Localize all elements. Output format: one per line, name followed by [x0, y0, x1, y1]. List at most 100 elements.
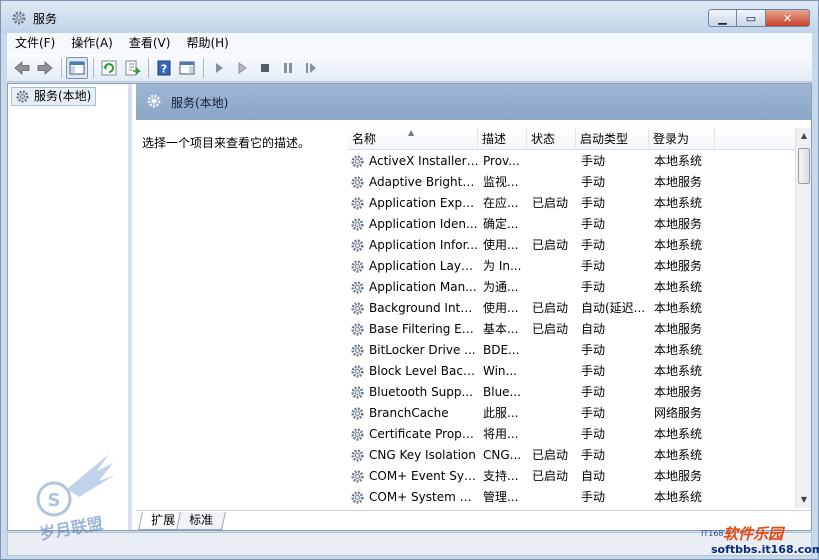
- service-name: Certificate Propa...: [369, 427, 479, 441]
- column-logon-as[interactable]: 登录为: [649, 128, 715, 150]
- table-row[interactable]: Application Man... 为通... 手动 本地系统: [348, 277, 795, 298]
- table-row[interactable]: Block Level Back... Win... 手动 本地系统: [348, 361, 795, 382]
- service-logon-as: 本地服务: [654, 217, 703, 231]
- svg-text:?: ?: [161, 62, 167, 75]
- table-row[interactable]: Certificate Propa... 将用... 手动 本地系统: [348, 424, 795, 445]
- service-desc: 管理...: [483, 490, 519, 504]
- service-status: 已启动: [532, 301, 569, 315]
- column-startup-type[interactable]: 启动类型: [576, 128, 649, 150]
- service-gear-icon: [351, 365, 364, 378]
- service-logon-as: 本地系统: [654, 154, 703, 168]
- close-button[interactable]: ✕: [766, 9, 810, 27]
- refresh-button[interactable]: [98, 57, 120, 79]
- forward-arrow-icon: [37, 60, 53, 75]
- table-row[interactable]: Base Filtering En... 基本... 已启动 自动 本地服务: [348, 319, 795, 340]
- title-bar[interactable]: 服务 ▁ ▭ ✕: [1, 1, 818, 33]
- table-row[interactable]: COM+ System A... 管理... 手动 本地系统: [348, 487, 795, 508]
- table-row[interactable]: Background Inte... 使用... 已启动 自动(延迟... 本地系统: [348, 298, 795, 319]
- pause-icon: [284, 62, 292, 73]
- table-row[interactable]: COM+ Event Sys... 支持... 已启动 自动 本地服务: [348, 466, 795, 487]
- play-outline-icon: [238, 61, 247, 74]
- service-desc: 使用...: [483, 301, 519, 315]
- show-console-tree-button[interactable]: [66, 56, 88, 79]
- service-startup-type: 手动: [581, 238, 606, 252]
- pause-service-button[interactable]: [277, 57, 299, 79]
- forward-button[interactable]: [34, 57, 56, 79]
- table-row[interactable]: BranchCache 此服... 手动 网络服务: [348, 403, 795, 424]
- table-row[interactable]: Adaptive Brightn... 监视... 手动 本地服务: [348, 172, 795, 193]
- column-status[interactable]: 状态: [527, 128, 576, 150]
- menu-file[interactable]: 文件(F): [7, 33, 63, 54]
- help-icon: ?: [157, 60, 171, 75]
- back-button[interactable]: [11, 57, 33, 79]
- show-action-pane-button[interactable]: [176, 57, 198, 79]
- service-status: 已启动: [532, 322, 569, 336]
- export-list-button[interactable]: [121, 57, 143, 79]
- service-name: Base Filtering En...: [369, 322, 479, 336]
- service-desc: 此服...: [483, 406, 519, 420]
- stop-service-button[interactable]: [254, 57, 276, 79]
- details-pane: 服务(本地) 选择一个项目来查看它的描述。 ▲ 名称 描述 状态 启动类型 登录…: [136, 84, 811, 530]
- stop-icon: [261, 63, 269, 72]
- service-startup-type: 手动: [581, 427, 606, 441]
- tree-item-services-local[interactable]: 服务(本地): [11, 87, 97, 106]
- service-startup-type: 手动: [581, 364, 606, 378]
- column-name[interactable]: ▲ 名称: [348, 128, 478, 150]
- service-gear-icon: [351, 470, 364, 483]
- service-gear-icon: [351, 428, 364, 441]
- start-service-alt-button[interactable]: [231, 57, 253, 79]
- menu-help[interactable]: 帮助(H): [178, 33, 236, 54]
- table-row[interactable]: ActiveX Installer ... Prov... 手动 本地系统: [348, 151, 795, 172]
- menu-view[interactable]: 查看(V): [121, 33, 179, 54]
- restart-icon: [306, 62, 316, 73]
- watermark-brand: 软件乐园: [723, 525, 784, 543]
- service-startup-type: 手动: [581, 175, 606, 189]
- column-description[interactable]: 描述: [478, 128, 527, 150]
- service-desc: 支持...: [483, 469, 519, 483]
- table-row[interactable]: Bluetooth Supp... Blue... 手动 本地服务: [348, 382, 795, 403]
- table-row[interactable]: Application Expe... 在应... 已启动 手动 本地系统: [348, 193, 795, 214]
- vertical-scrollbar[interactable]: ▲ ▼: [795, 128, 811, 508]
- menu-action[interactable]: 操作(A): [63, 33, 121, 54]
- watermark-right: IT168 软件乐园 softbbs.it168.com: [671, 521, 819, 559]
- table-row[interactable]: CNG Key Isolation CNG... 已启动 手动 本地系统: [348, 445, 795, 466]
- window-controls: ▁ ▭ ✕: [708, 9, 810, 27]
- service-logon-as: 本地服务: [654, 385, 703, 399]
- services-gear-icon: [16, 90, 29, 103]
- restart-service-button[interactable]: [300, 57, 322, 79]
- column-description-label: 描述: [482, 132, 507, 146]
- scroll-down-icon[interactable]: ▼: [796, 492, 812, 508]
- maximize-icon: ▭: [745, 11, 757, 25]
- service-desc: 将用...: [483, 427, 519, 441]
- help-button[interactable]: ?: [153, 57, 175, 79]
- service-startup-type: 手动: [581, 343, 606, 357]
- service-logon-as: 本地服务: [654, 175, 703, 189]
- service-status: 已启动: [532, 238, 569, 252]
- tab-standard[interactable]: 标准: [176, 512, 226, 530]
- service-desc: 为通...: [483, 280, 519, 294]
- scroll-up-icon[interactable]: ▲: [796, 128, 812, 144]
- maximize-button[interactable]: ▭: [737, 9, 766, 27]
- service-name: Background Inte...: [369, 301, 479, 315]
- toolbar: ?: [7, 54, 812, 82]
- table-row[interactable]: Application Iden... 确定... 手动 本地服务: [348, 214, 795, 235]
- watermark-left: S 岁月联盟: [9, 449, 119, 559]
- toolbar-separator: [148, 57, 149, 78]
- minimize-button[interactable]: ▁: [708, 9, 737, 27]
- close-icon: ✕: [782, 11, 793, 25]
- service-gear-icon: [351, 344, 364, 357]
- service-name: ActiveX Installer ...: [369, 154, 479, 168]
- table-row[interactable]: Application Infor... 使用... 已启动 手动 本地系统: [348, 235, 795, 256]
- services-list: ▲ 名称 描述 状态 启动类型 登录为 ActiveX Installer ..…: [348, 128, 811, 508]
- start-service-button[interactable]: [208, 57, 230, 79]
- service-description: 选择一个项目来查看它的描述。: [142, 136, 311, 150]
- service-gear-icon: [351, 176, 364, 189]
- column-status-label: 状态: [531, 132, 556, 146]
- service-rows: ActiveX Installer ... Prov... 手动 本地系统 Adapti…: [348, 151, 795, 508]
- service-status: 已启动: [532, 469, 569, 483]
- table-row[interactable]: BitLocker Drive ... BDE... 手动 本地系统: [348, 340, 795, 361]
- service-logon-as: 本地系统: [654, 364, 703, 378]
- scroll-thumb[interactable]: [798, 148, 810, 184]
- services-gear-icon: [12, 11, 26, 25]
- table-row[interactable]: Application Laye... 为 In... 手动 本地服务: [348, 256, 795, 277]
